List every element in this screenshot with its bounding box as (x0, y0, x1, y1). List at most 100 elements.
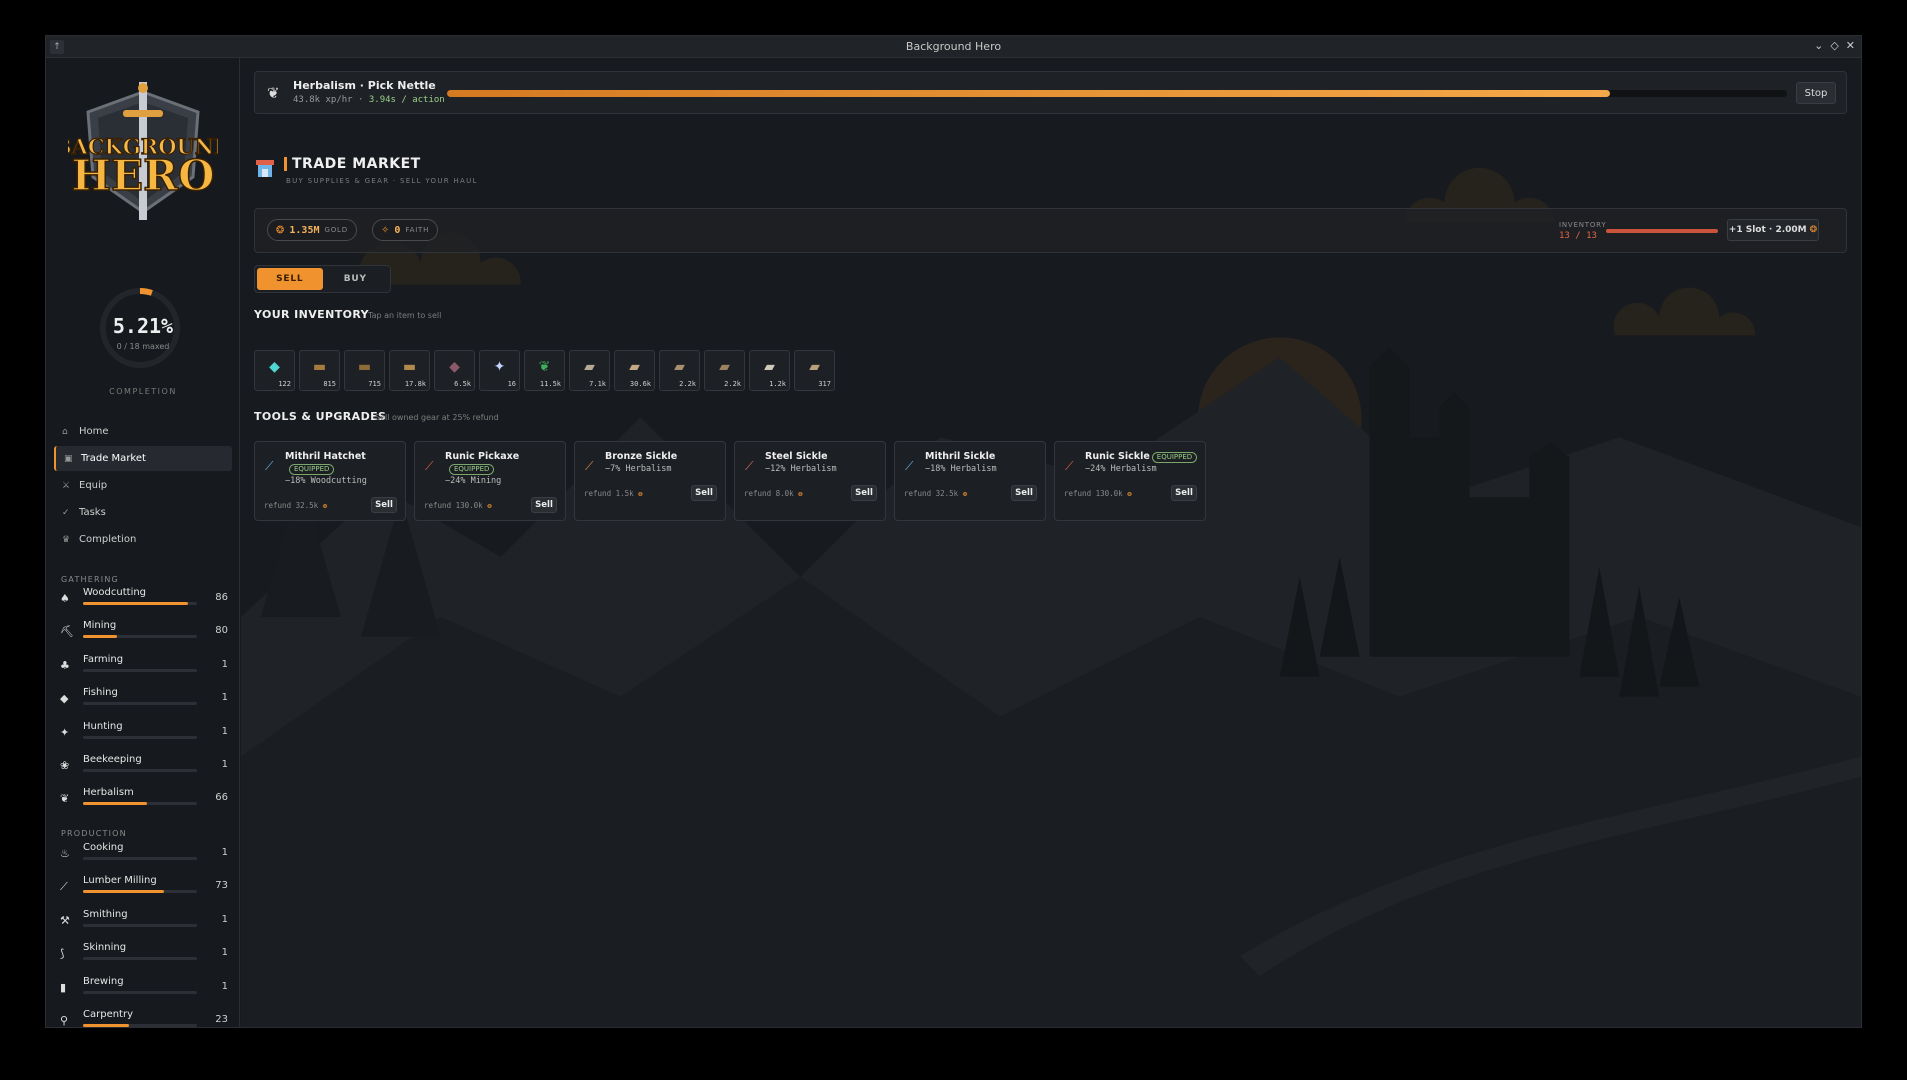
skill-brewing[interactable]: ▮ Brewing 1 (60, 976, 228, 1002)
action-title: Herbalism · Pick Nettle (293, 79, 436, 92)
skill-progress-bar (83, 769, 197, 772)
completion-maxed: 0 / 18 maxed (116, 342, 170, 351)
background-scenery (241, 167, 1861, 1027)
equipped-badge: EQUIPPED (449, 464, 495, 475)
tool-bonus: −24% Mining (445, 476, 502, 486)
window-menu-icon[interactable]: ↑ (50, 40, 64, 54)
minimize-icon[interactable]: ⌄ (1814, 39, 1823, 52)
skill-mining[interactable]: ⛏ Mining 80 (60, 620, 228, 646)
skill-herbalism[interactable]: ❦ Herbalism 66 (60, 787, 228, 813)
woodcutting-icon: ♠ (60, 592, 70, 605)
tool-name: Bronze Sickle (605, 451, 677, 462)
skill-progress-bar (83, 890, 197, 894)
inventory-slot[interactable]: ▰ 2.2k (659, 350, 700, 391)
skill-smithing[interactable]: ⚒ Smithing 1 (60, 909, 228, 935)
action-progress-fill (447, 90, 1611, 97)
sell-button[interactable]: Sell (371, 497, 397, 513)
inventory-grid: ◆ 122 ▬ 815 ▬ 715 ▬ 17.8k ◆ 6.5k ✦ 16 ❦ 11.5k ▰ 7.1k ▰ 30… (254, 350, 835, 391)
tool-bonus: −12% Herbalism (765, 464, 837, 474)
skill-progress-bar (83, 802, 197, 806)
plank-icon: ▰ (584, 359, 595, 375)
tool-name-text: Steel Sickle (765, 451, 828, 462)
skill-carpentry[interactable]: ⚲ Carpentry 23 (60, 1009, 228, 1027)
action-stats: 43.8k xp/hr · 3.94s / action (293, 95, 445, 105)
sickle-icon: ⟋ (585, 459, 594, 473)
item-quantity: 815 (323, 380, 336, 388)
tool-card: ⟋ Bronze Sickle −7% Herbalism refund 1.5k ❂… (574, 441, 726, 521)
inventory-slot[interactable]: ◆ 122 (254, 350, 295, 391)
trophy-icon: ♛ (62, 534, 71, 545)
nav-item-trade-market[interactable]: ▣ Trade Market (54, 446, 232, 471)
tool-name-text: Mithril Sickle (925, 451, 996, 462)
inventory-slot[interactable]: ▰ 2.2k (704, 350, 745, 391)
skill-progress-bar (83, 957, 197, 961)
sidebar: BACKGROUND HERO 5.21% 0 / 18 maxed COMPL… (46, 58, 240, 1027)
inventory-slot[interactable]: ▬ 715 (344, 350, 385, 391)
inventory-slot[interactable]: ◆ 6.5k (434, 350, 475, 391)
skill-progress-fill (83, 635, 118, 639)
nav-item-tasks[interactable]: ✓ Tasks (54, 500, 232, 525)
maximize-icon[interactable]: ◇ (1830, 39, 1838, 52)
plank-icon: ▰ (809, 359, 820, 375)
tools-list: ⟋ Mithril Hatchet EQUIPPED −18% Woodcutting… (254, 441, 1206, 521)
nav-item-completion[interactable]: ♛ Completion (54, 527, 232, 552)
stop-button[interactable]: Stop (1796, 82, 1836, 104)
sell-button[interactable]: Sell (1171, 485, 1197, 501)
close-icon[interactable]: ✕ (1846, 39, 1855, 52)
skill-fishing[interactable]: ◆ Fishing 1 (60, 687, 228, 713)
log-icon: ▬ (402, 359, 417, 375)
skill-progress-fill (83, 1024, 129, 1027)
item-quantity: 7.1k (589, 380, 606, 388)
inventory-slot[interactable]: ▬ 815 (299, 350, 340, 391)
production-section-label: PRODUCTION (61, 829, 127, 838)
nav-item-home[interactable]: ⌂ Home (54, 419, 232, 444)
skill-farming[interactable]: ♣ Farming 1 (60, 654, 228, 680)
action-xp-rate: 43.8k xp/hr · (293, 95, 369, 105)
inventory-capacity-count: 13 / 13 (1559, 231, 1597, 241)
skill-lumber-milling[interactable]: ⟋ Lumber Milling 73 (60, 875, 228, 901)
inventory-slot[interactable]: ▬ 17.8k (389, 350, 430, 391)
item-quantity: 17.8k (404, 380, 426, 388)
inventory-slot[interactable]: ▰ 7.1k (569, 350, 610, 391)
tool-bonus: −24% Herbalism (1085, 464, 1157, 474)
skill-progress-fill (83, 802, 147, 806)
nav-item-equip[interactable]: ⚔ Equip (54, 473, 232, 498)
nav-item-label: Completion (79, 534, 137, 545)
skill-cooking[interactable]: ♨ Cooking 1 (60, 842, 228, 868)
skill-level: 23 (215, 1014, 228, 1025)
skill-level: 1 (221, 759, 228, 770)
action-speed: 3.94s / action (368, 95, 445, 105)
farming-icon: ♣ (60, 658, 70, 672)
title-bar: ↑ Background Hero ⌄ ◇ ✕ (46, 36, 1861, 58)
gold-icon: ❂ (276, 224, 285, 236)
inventory-slot[interactable]: ✦ 16 (479, 350, 520, 391)
skill-skinning[interactable]: ⟆ Skinning 1 (60, 942, 228, 968)
market-stall-icon (256, 160, 274, 177)
skill-beekeeping[interactable]: ❀ Beekeeping 1 (60, 754, 228, 780)
tool-card: ⟋ Runic Sickle EQUIPPED −24% Herbalism refun… (1054, 441, 1206, 521)
inventory-slot[interactable]: ❦ 11.5k (524, 350, 565, 391)
inventory-slot[interactable]: ▰ 30.6k (614, 350, 655, 391)
inventory-capacity-bar (1606, 229, 1718, 233)
gold-icon: ❂ (482, 501, 492, 510)
tool-refund: refund 130.0k ❂ (424, 501, 492, 510)
ore-icon: ◆ (449, 359, 460, 375)
skill-woodcutting[interactable]: ♠ Woodcutting 86 (60, 587, 228, 613)
inventory-slot[interactable]: ▰ 1.2k (749, 350, 790, 391)
skill-hunting[interactable]: ✦ Hunting 1 (60, 721, 228, 747)
tools-section-hint: Sell owned gear at 25% refund (375, 413, 499, 422)
carpentry-icon: ⚲ (60, 1014, 69, 1027)
tool-name-text: Mithril Hatchet (285, 451, 366, 462)
herbalism-icon: ❦ (267, 84, 280, 102)
sell-button[interactable]: Sell (1011, 485, 1037, 501)
sell-button[interactable]: Sell (851, 485, 877, 501)
gold-icon: ❂ (958, 489, 968, 498)
sell-button[interactable]: Sell (531, 497, 557, 513)
buy-slot-button[interactable]: +1 Slot · 2.00M ❂ (1727, 219, 1819, 241)
tab-sell[interactable]: SELL (257, 268, 323, 290)
tab-buy[interactable]: BUY (323, 268, 389, 290)
page-subtitle: BUY SUPPLIES & GEAR · SELL YOUR HAUL (286, 177, 478, 185)
inventory-slot[interactable]: ▰ 317 (794, 350, 835, 391)
sell-button[interactable]: Sell (691, 485, 717, 501)
plank-icon: ▰ (629, 359, 640, 375)
